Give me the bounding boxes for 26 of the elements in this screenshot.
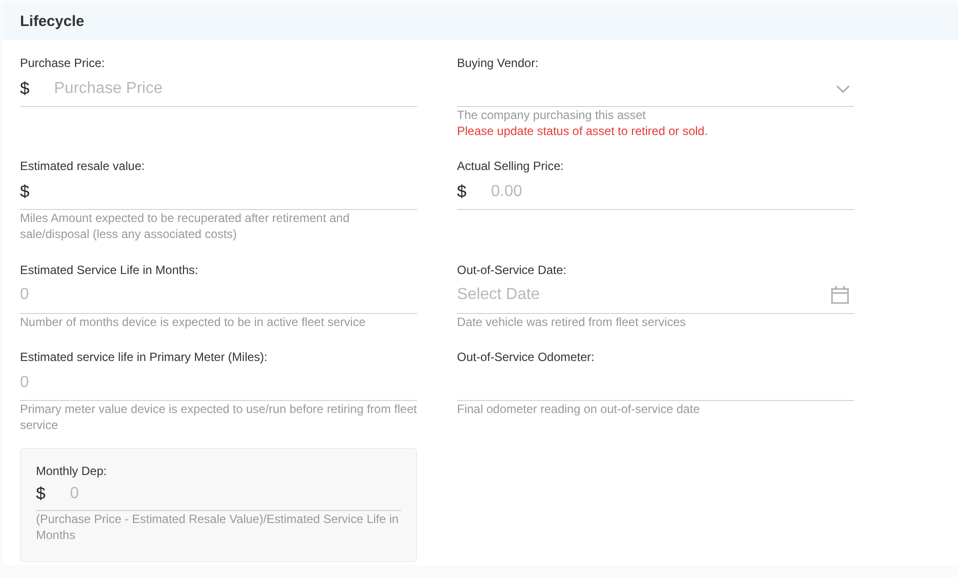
help-text: The company purchasing this asset: [457, 107, 647, 123]
chevron-down-icon: [836, 84, 850, 92]
field-label: Out-of-Service Date:: [457, 262, 568, 278]
help-text: Date vehicle was retired from fleet services: [457, 314, 687, 330]
field-label: Estimated Service Life in Months:: [20, 262, 200, 278]
help-text: (Purchase Price - Estimated Resale Value)/Estimated Service Life in Months: [36, 510, 400, 543]
help-text: Final odometer reading on out-of-service date: [457, 401, 701, 418]
error-message: Please update status of asset to retired or sold.: [457, 123, 709, 139]
field-label: Actual Selling Price:: [457, 158, 565, 174]
field-label: Buying Vendor:: [457, 55, 540, 71]
input-field[interactable]: 0: [20, 365, 417, 402]
input-field[interactable]: 0: [20, 278, 417, 314]
field-label: Purchase Price:: [20, 55, 106, 71]
field-label: Monthly Dep:: [36, 462, 108, 479]
calendar-icon: [830, 285, 850, 306]
input-field[interactable]: 0: [70, 478, 401, 511]
help-text: Primary meter value device is expected to use/run before retiring from fleet service: [20, 401, 417, 434]
input-field[interactable]: Purchase Price: [54, 71, 417, 107]
help-text: Number of months device is expected to be in active fleet service: [20, 314, 367, 330]
field-label: Estimated service life in Primary Meter (Miles):: [20, 349, 268, 366]
field-label: Estimated resale value:: [20, 158, 146, 174]
input-field[interactable]: Select Date: [457, 278, 826, 314]
section-title: Lifecycle: [20, 13, 84, 30]
help-text: Miles Amount expected to be recuperated after retirement and sale/disposal (less any associated costs): [20, 210, 351, 242]
field-label: Out-of-Service Odometer:: [457, 349, 596, 366]
input-field[interactable]: 0.00: [491, 174, 854, 210]
